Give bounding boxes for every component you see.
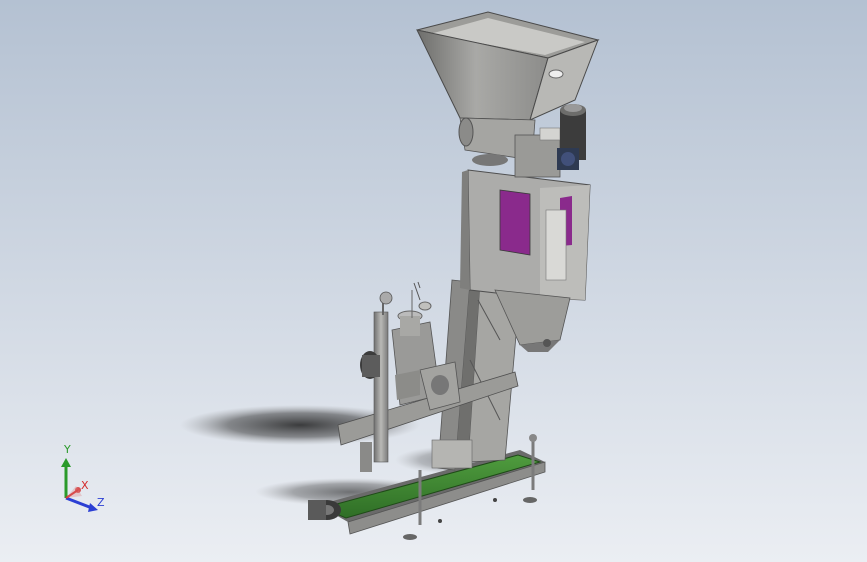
- model-view[interactable]: [0, 0, 867, 562]
- z-axis-label: Z: [97, 496, 105, 509]
- x-axis-label: X: [81, 479, 89, 492]
- coordinate-triad: Y X Z: [52, 440, 112, 520]
- y-axis-arrow: [61, 458, 71, 467]
- z-axis-line: [65, 496, 93, 510]
- y-axis-label: Y: [64, 443, 71, 456]
- graphics-viewport[interactable]: Y X Z: [0, 0, 867, 562]
